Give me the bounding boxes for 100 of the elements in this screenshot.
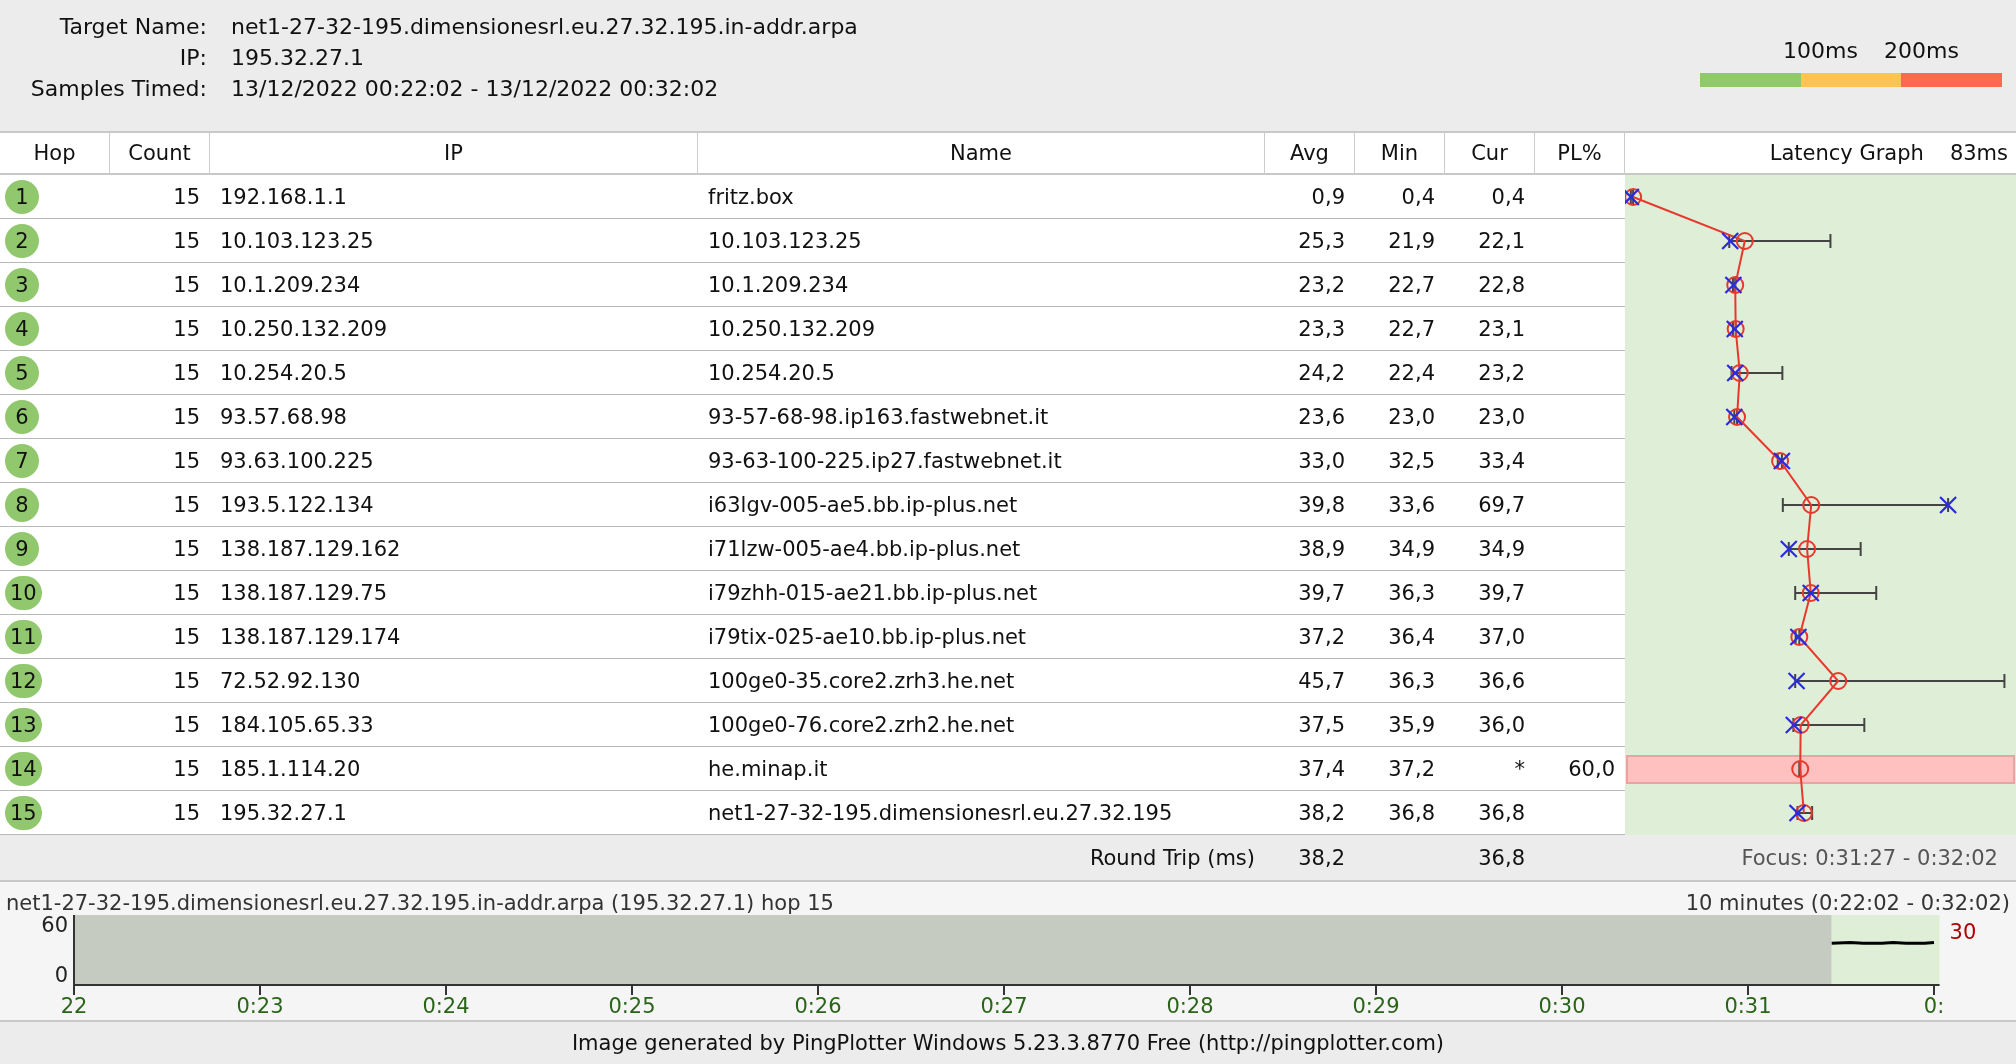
- column-header[interactable]: Count: [110, 133, 210, 175]
- table-cell: 15: [173, 668, 200, 693]
- table-cell: 36,0: [1478, 712, 1525, 737]
- table-cell: net1-27-32-195.dimensionesrl.eu.27.32.195: [708, 800, 1173, 825]
- table-cell: 37,2: [1388, 756, 1435, 781]
- table-cell: 10.103.123.25: [220, 228, 374, 253]
- table-cell: 15: [173, 404, 200, 429]
- table-cell: i79zhh-015-ae21.bb.ip-plus.net: [708, 580, 1038, 605]
- table-cell: 10.103.123.25: [708, 228, 862, 253]
- x-tick-label: 0:28: [1166, 994, 1214, 1018]
- table-cell: 10.250.132.209: [708, 316, 875, 341]
- table-cell: 10.1.209.234: [708, 272, 849, 297]
- range-bar: [1730, 365, 1784, 381]
- target-name: net1-27-32-195.dimensionesrl.eu.27.32.195.in-addr.arpa: [231, 14, 858, 39]
- latency-marker: [1788, 803, 1813, 823]
- hop-number: 10: [5, 575, 42, 610]
- latency-marker: [1721, 231, 1754, 251]
- table-cell: 34,9: [1478, 536, 1525, 561]
- latency-marker: [1779, 539, 1817, 559]
- table-cell: 138.187.129.75: [220, 580, 387, 605]
- x-tick-label: 0:29: [1352, 994, 1400, 1018]
- latency-marker: [1787, 671, 1848, 691]
- table-cell: 36,3: [1388, 580, 1435, 605]
- table-cell: 36,8: [1478, 800, 1525, 825]
- table-cell: 23,6: [1298, 404, 1345, 429]
- table-cell: 36,6: [1478, 668, 1525, 693]
- table-cell: i63lgv-005-ae5.bb.ip-plus.net: [708, 492, 1018, 517]
- hop-number: 5: [5, 355, 39, 390]
- round-trip-avg: 38,2: [1297, 845, 1346, 870]
- table-cell: 10.250.132.209: [220, 316, 387, 341]
- table-cell: 22,4: [1388, 360, 1435, 385]
- x-tick-label: 0:26: [794, 994, 842, 1018]
- x-tick-label: 0:25: [608, 994, 656, 1018]
- hop-number: 1: [5, 179, 39, 214]
- range-bar: [1629, 189, 1635, 205]
- latency-marker: [1784, 715, 1810, 735]
- table-cell: 72.52.92.130: [220, 668, 361, 693]
- hop-number: 3: [5, 267, 39, 302]
- table-cell: 22,1: [1478, 228, 1525, 253]
- y-tick-label: 0: [54, 963, 68, 987]
- range-bar: [1798, 761, 1802, 777]
- table-cell: fritz.box: [708, 184, 794, 209]
- table-cell: 15: [173, 712, 200, 737]
- table-cell: 39,7: [1478, 580, 1525, 605]
- table-cell: i79tix-025-ae10.bb.ip-plus.net: [708, 624, 1027, 649]
- table-cell: 15: [173, 536, 200, 561]
- hop-number: 4: [5, 311, 39, 346]
- range-bar: [1776, 453, 1783, 469]
- column-header[interactable]: Avg: [1265, 133, 1355, 175]
- table-cell: 34,9: [1388, 536, 1435, 561]
- table-cell: 22,7: [1388, 272, 1435, 297]
- column-header[interactable]: IP: [210, 133, 698, 175]
- column-header[interactable]: PL%: [1535, 133, 1625, 175]
- x-tick-label: 0:23: [236, 994, 284, 1018]
- table-cell: 39,8: [1298, 492, 1345, 517]
- x-tick-label: 0:: [1923, 994, 1945, 1018]
- x-tick-label: 22: [60, 994, 88, 1018]
- table-cell: 39,7: [1298, 580, 1345, 605]
- latency-marker: [1726, 363, 1749, 383]
- latency-marker: [1724, 275, 1745, 295]
- table-cell: he.minap.it: [708, 756, 828, 781]
- table-cell: 10.254.20.5: [708, 360, 835, 385]
- table-cell: 195.32.27.1: [220, 800, 347, 825]
- table-cell: 36,4: [1388, 624, 1435, 649]
- table-cell: 22,8: [1478, 272, 1525, 297]
- table-cell: 23,0: [1388, 404, 1435, 429]
- table-cell: 22,7: [1388, 316, 1435, 341]
- hop-number: 15: [5, 795, 42, 830]
- target-ip: 195.32.27.1: [231, 45, 365, 70]
- table-cell: 33,6: [1388, 492, 1435, 517]
- table-cell: 138.187.129.174: [220, 624, 401, 649]
- column-header[interactable]: Name: [698, 133, 1265, 175]
- table-cell: 38,2: [1298, 800, 1345, 825]
- hop-number: 7: [5, 443, 39, 478]
- table-cell: 38,9: [1298, 536, 1345, 561]
- table-cell: 15: [173, 580, 200, 605]
- table-cell: 0,4: [1491, 184, 1525, 209]
- samples-range: 13/12/2022 00:22:02 - 13/12/2022 00:32:02: [231, 76, 720, 101]
- column-header[interactable]: Hop: [0, 133, 110, 175]
- table-cell: 33,4: [1478, 448, 1525, 473]
- table-cell: 15: [173, 492, 200, 517]
- column-header[interactable]: Cur: [1445, 133, 1535, 175]
- table-cell: 15: [173, 228, 200, 253]
- y-tick-label: 60: [41, 915, 68, 937]
- table-cell: 23,0: [1478, 404, 1525, 429]
- table-cell: 15: [173, 272, 200, 297]
- hop-number: 8: [5, 487, 39, 522]
- table-cell: 23,3: [1298, 316, 1345, 341]
- table-cell: 93.63.100.225: [220, 448, 374, 473]
- table-cell: 35,9: [1388, 712, 1435, 737]
- table-cell: 36,8: [1388, 800, 1435, 825]
- table-cell: 185.1.114.20: [220, 756, 361, 781]
- latency-marker: [1789, 627, 1809, 647]
- timeline-range: 10 minutes (0:22:02 - 0:32:02): [1685, 891, 2010, 915]
- table-cell: 24,2: [1298, 360, 1345, 385]
- table-cell: 32,5: [1388, 448, 1435, 473]
- column-header[interactable]: Min: [1355, 133, 1445, 175]
- table-cell: 33,0: [1298, 448, 1345, 473]
- table-cell: 37,2: [1298, 624, 1345, 649]
- table-cell: 37,0: [1478, 624, 1525, 649]
